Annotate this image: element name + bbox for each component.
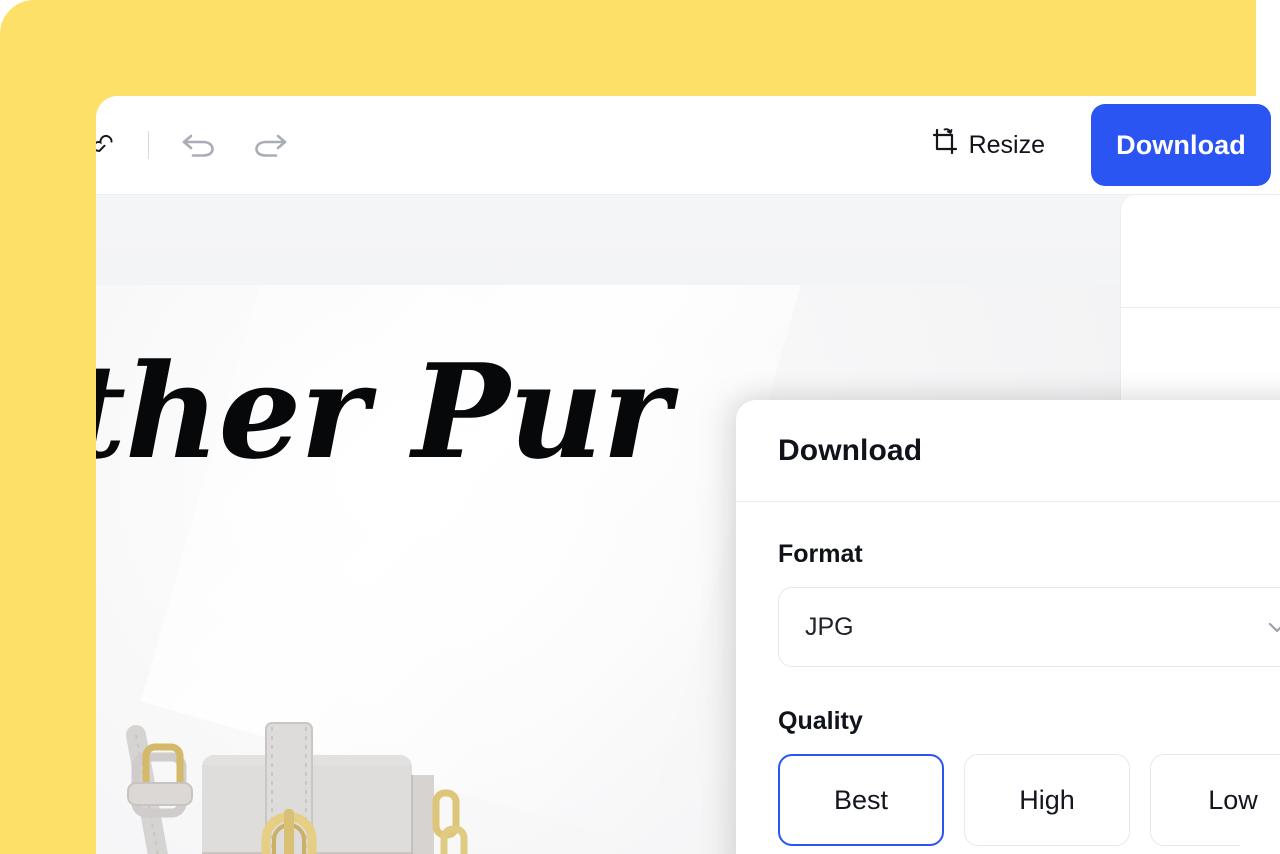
resize-button[interactable]: Resize bbox=[916, 117, 1059, 174]
editor-body: ther Pur Download Format JPG Quality Bes… bbox=[96, 195, 1280, 854]
cloud-save-icon[interactable] bbox=[96, 120, 126, 170]
quality-options: Best High Low bbox=[778, 754, 1280, 846]
quality-option-high[interactable]: High bbox=[964, 754, 1130, 846]
quality-option-best[interactable]: Best bbox=[778, 754, 944, 846]
poster-headline[interactable]: ther Pur bbox=[96, 347, 671, 477]
dialog-header: Download bbox=[736, 400, 1280, 502]
crop-resize-icon bbox=[930, 127, 960, 164]
redo-button[interactable] bbox=[249, 123, 293, 167]
quality-label: Quality bbox=[778, 707, 863, 735]
undo-button[interactable] bbox=[177, 123, 221, 167]
top-toolbar: Resize Download bbox=[96, 96, 1280, 195]
editor-window: Resize Download ther Pur Download Format… bbox=[96, 96, 1280, 854]
dialog-title: Download bbox=[778, 433, 923, 467]
toolbar-left-group bbox=[96, 120, 293, 170]
toolbar-right-group: Resize Download bbox=[916, 104, 1280, 186]
rail-divider bbox=[1121, 307, 1280, 308]
product-handbag-image[interactable] bbox=[106, 705, 546, 854]
screenshot-root: Resize Download ther Pur Download Format… bbox=[0, 0, 1280, 854]
undo-icon bbox=[179, 128, 219, 163]
quality-option-low[interactable]: Low bbox=[1150, 754, 1280, 846]
format-label: Format bbox=[778, 540, 863, 568]
dialog-body: Format JPG Quality Best High Low bbox=[736, 502, 1280, 854]
resize-label: Resize bbox=[968, 130, 1045, 159]
redo-icon bbox=[251, 128, 291, 163]
format-select[interactable]: JPG bbox=[778, 587, 1280, 667]
chevron-down-icon bbox=[1263, 613, 1280, 641]
download-dialog: Download Format JPG Quality Best High Lo… bbox=[736, 400, 1280, 854]
format-selected-value: JPG bbox=[805, 612, 854, 641]
toolbar-divider bbox=[148, 131, 149, 159]
download-button-toolbar[interactable]: Download bbox=[1091, 104, 1271, 186]
